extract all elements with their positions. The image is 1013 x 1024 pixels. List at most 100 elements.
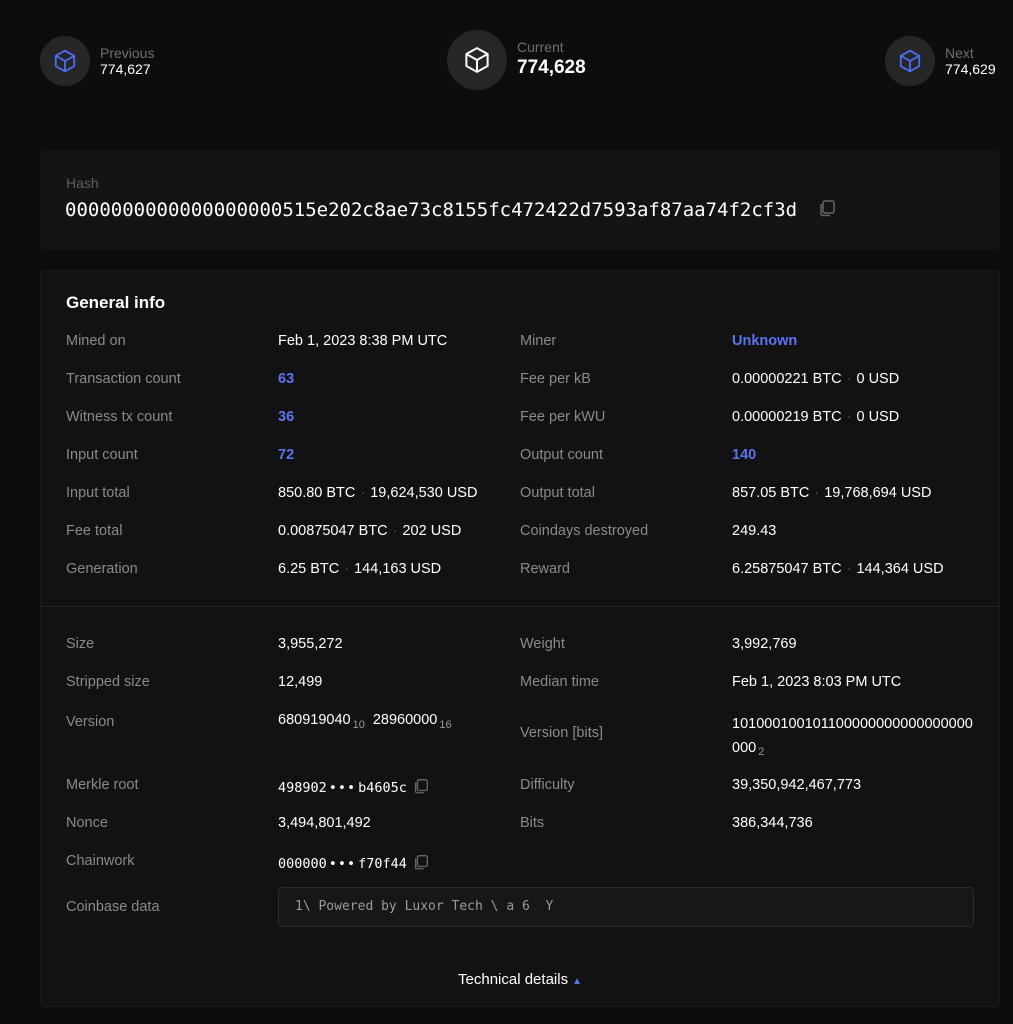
input-count-link[interactable]: 72: [278, 447, 294, 463]
separator-dot: ·: [846, 561, 852, 577]
copy-icon[interactable]: [817, 198, 837, 223]
current-block: Current 774,628: [447, 30, 586, 90]
chainwork-value: 000000 ••• f70f44: [278, 853, 430, 875]
mined-on-label: Mined on: [66, 333, 126, 349]
reward-usd: 144,364 USD: [856, 561, 944, 577]
version-label: Version: [66, 714, 115, 730]
weight-value: 3,992,769: [732, 636, 797, 652]
input-count-label: Input count: [66, 447, 138, 463]
difficulty-value: 39,350,942,467,773: [732, 777, 862, 793]
mined-on-value: Feb 1, 2023 8:38 PM UTC: [278, 333, 448, 349]
cube-icon: [885, 36, 935, 86]
stripped-size-value: 12,499: [278, 674, 323, 690]
fee-per-kwu-label: Fee per kWU: [520, 409, 606, 425]
fee-total-usd: 202 USD: [402, 523, 462, 539]
chainwork-start: 000000: [278, 856, 327, 872]
nonce-value: 3,494,801,492: [278, 815, 371, 831]
version-bits-value: 101000100101100000000000000000 000 2: [732, 712, 973, 761]
fee-per-kb-value: 0.00000221 BTC · 0 USD: [732, 371, 899, 387]
stripped-size-label: Stripped size: [66, 674, 150, 690]
witness-tx-count-link[interactable]: 36: [278, 409, 294, 425]
hash-card: Hash 0000000000000000000515e202c8ae73c81…: [40, 150, 1000, 250]
technical-details-toggle[interactable]: Technical details ▲: [41, 971, 999, 988]
technical-details-label: Technical details: [458, 971, 569, 988]
section-divider: [41, 606, 999, 607]
input-total-label: Input total: [66, 485, 130, 501]
fee-per-kwu-usd: 0 USD: [856, 409, 900, 425]
version-hex-base: 16: [439, 719, 452, 731]
version-hex: 28960000: [372, 712, 438, 728]
input-total-btc: 850.80 BTC: [278, 485, 356, 501]
median-time-value: Feb 1, 2023 8:03 PM UTC: [732, 674, 902, 690]
next-caption: Next: [945, 44, 974, 61]
previous-caption: Previous: [100, 44, 155, 61]
nonce-label: Nonce: [66, 815, 108, 831]
reward-btc: 6.25875047 BTC: [732, 561, 842, 577]
difficulty-label: Difficulty: [520, 777, 575, 793]
card-title: General info: [66, 293, 166, 312]
copy-icon[interactable]: [412, 777, 430, 799]
hash-value: 0000000000000000000515e202c8ae73c8155fc4…: [65, 198, 837, 223]
cube-icon: [40, 36, 90, 86]
merkle-root-end: b4605c: [358, 780, 407, 796]
ellipsis-dots: •••: [328, 856, 357, 872]
version-value: 680919040 10 28960000 16: [278, 712, 452, 731]
version-bits-line1: 101000100101100000000000000000: [732, 716, 973, 732]
output-count-link[interactable]: 140: [732, 447, 756, 463]
generation-value: 6.25 BTC · 144,163 USD: [278, 561, 441, 577]
fee-per-kwu-value: 0.00000219 BTC · 0 USD: [732, 409, 899, 425]
transaction-count-link[interactable]: 63: [278, 371, 294, 387]
generation-label: Generation: [66, 561, 138, 577]
separator-dot: ·: [846, 409, 852, 425]
input-total-usd: 19,624,530 USD: [370, 485, 478, 501]
version-decimal: 680919040: [278, 712, 351, 728]
output-total-usd: 19,768,694 USD: [824, 485, 932, 501]
output-count-label: Output count: [520, 447, 604, 463]
separator-dot: ·: [814, 485, 820, 501]
bits-label: Bits: [520, 815, 545, 831]
separator-dot: ·: [344, 561, 350, 577]
fee-total-label: Fee total: [66, 523, 123, 539]
hash-label: Hash: [66, 175, 99, 191]
size-value: 3,955,272: [278, 636, 343, 652]
transaction-count-label: Transaction count: [66, 371, 181, 387]
next-block-link[interactable]: Next 774,629: [885, 36, 996, 86]
version-bits-base: 2: [758, 746, 765, 758]
output-total-btc: 857.05 BTC: [732, 485, 810, 501]
fee-per-kwu-btc: 0.00000219 BTC: [732, 409, 842, 425]
ellipsis-dots: •••: [328, 780, 357, 796]
hash-text[interactable]: 0000000000000000000515e202c8ae73c8155fc4…: [65, 199, 797, 221]
fee-total-value: 0.00875047 BTC · 202 USD: [278, 523, 461, 539]
generation-btc: 6.25 BTC: [278, 561, 340, 577]
size-label: Size: [66, 636, 95, 652]
chainwork-label: Chainwork: [66, 853, 135, 869]
version-bits-line2: 000: [732, 740, 757, 756]
merkle-root-value: 498902 ••• b4605c: [278, 777, 430, 799]
miner-link[interactable]: Unknown: [732, 333, 797, 349]
generation-usd: 144,163 USD: [354, 561, 442, 577]
fee-per-kb-usd: 0 USD: [856, 371, 900, 387]
version-bits-label: Version [bits]: [520, 725, 604, 741]
coinbase-data-field[interactable]: 1\ Powered by Luxor Tech \ a 6 Y: [278, 887, 974, 927]
witness-tx-count-label: Witness tx count: [66, 409, 173, 425]
previous-block-link[interactable]: Previous 774,627: [40, 36, 154, 86]
separator-dot: ·: [360, 485, 366, 501]
general-info-card: General info Mined on Feb 1, 2023 8:38 P…: [40, 270, 1000, 1007]
reward-label: Reward: [520, 561, 570, 577]
output-total-value: 857.05 BTC · 19,768,694 USD: [732, 485, 931, 501]
fee-total-btc: 0.00875047 BTC: [278, 523, 388, 539]
merkle-root-start: 498902: [278, 780, 327, 796]
previous-block-number: 774,627: [100, 60, 151, 77]
copy-icon[interactable]: [412, 853, 430, 875]
coinbase-data-label: Coinbase data: [66, 899, 160, 915]
chainwork-end: f70f44: [358, 856, 407, 872]
version-decimal-base: 10: [352, 719, 365, 731]
current-block-number: 774,628: [517, 57, 586, 78]
median-time-label: Median time: [520, 674, 599, 690]
fee-per-kb-label: Fee per kB: [520, 371, 591, 387]
caret-up-icon: ▲: [572, 976, 582, 987]
coindays-destroyed-label: Coindays destroyed: [520, 523, 649, 539]
current-caption: Current: [517, 39, 564, 55]
fee-per-kb-btc: 0.00000221 BTC: [732, 371, 842, 387]
input-total-value: 850.80 BTC · 19,624,530 USD: [278, 485, 477, 501]
